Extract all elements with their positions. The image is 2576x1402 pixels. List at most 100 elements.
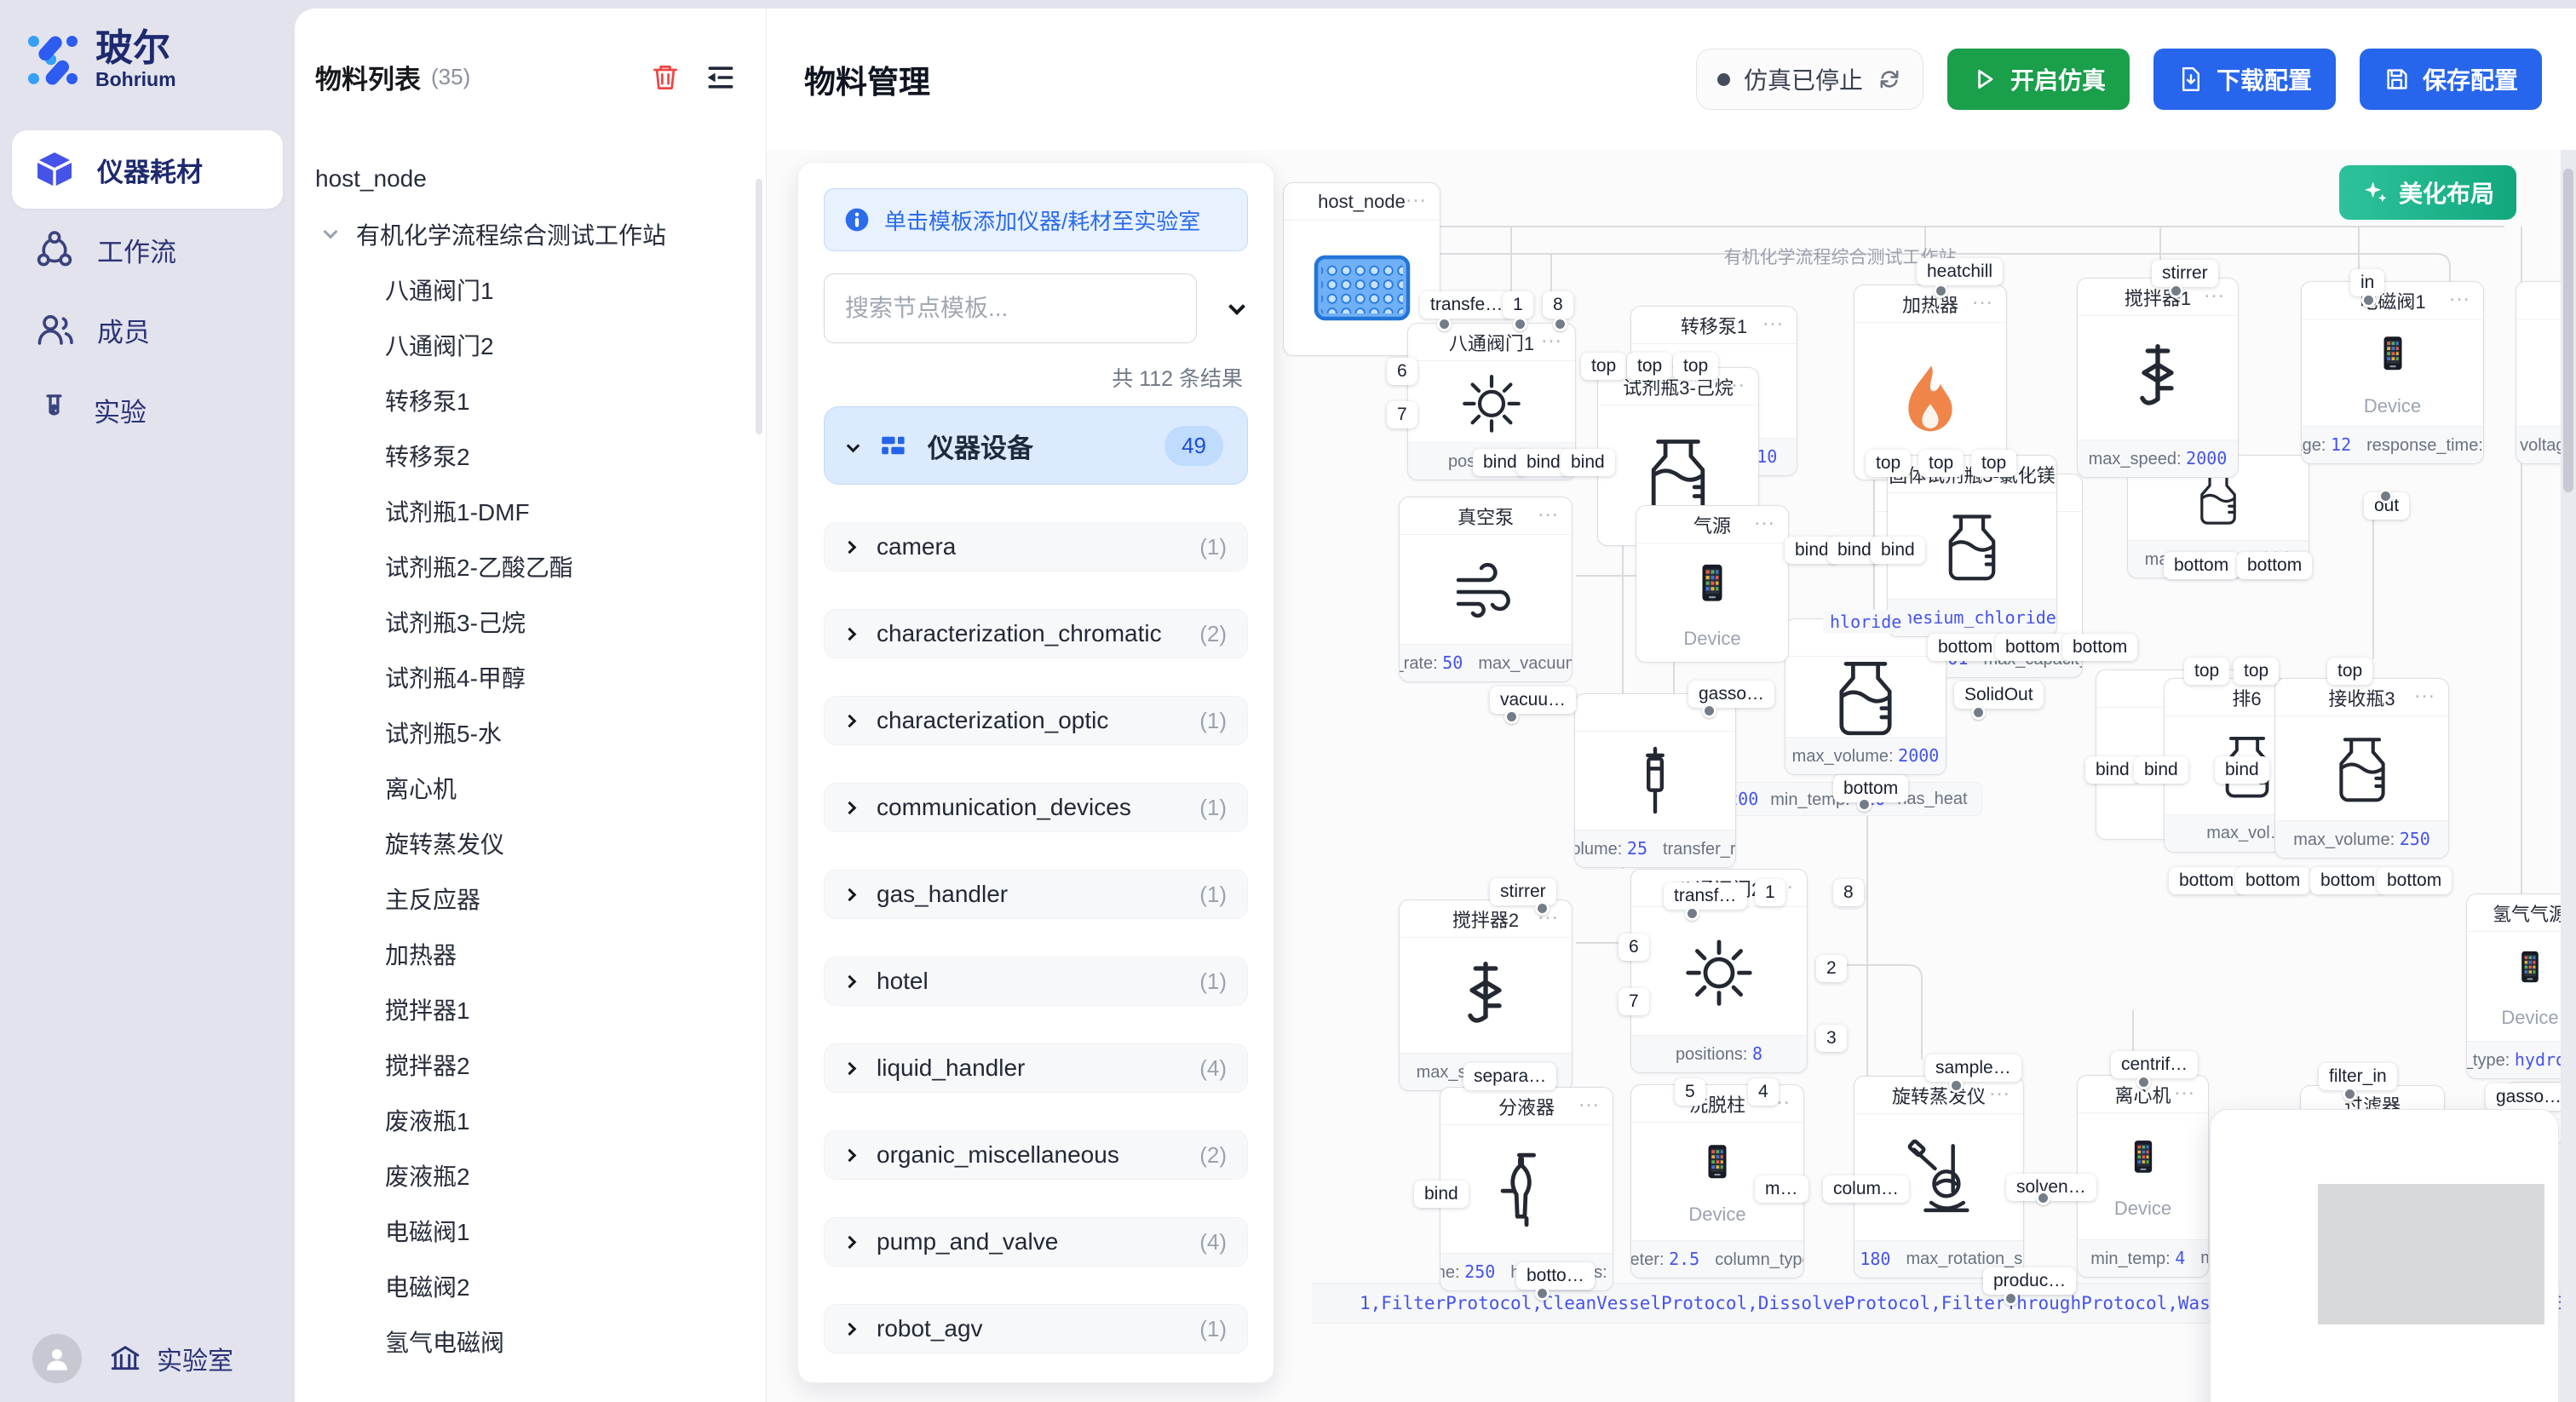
port-chip[interactable]: 6 bbox=[1387, 358, 1417, 385]
port-chip[interactable]: bottom bbox=[2164, 552, 2239, 579]
port-chip[interactable]: top bbox=[1918, 450, 1964, 477]
port-chip[interactable]: bottom bbox=[2377, 867, 2452, 894]
port-handle[interactable] bbox=[2004, 1291, 2018, 1306]
port-handle[interactable] bbox=[1437, 317, 1452, 331]
port-chip[interactable]: top bbox=[1866, 450, 1911, 477]
tree-item[interactable]: 试剂瓶3-己烷 bbox=[295, 594, 766, 649]
search-input[interactable] bbox=[824, 273, 1197, 343]
sidebar-item-members[interactable]: 成员 bbox=[12, 290, 283, 369]
canvas-node-centrifuge[interactable]: 离心机… Device speed: 40 min_temp: 4 max_sp… bbox=[2077, 1075, 2209, 1278]
port-chip[interactable]: m… bbox=[1755, 1175, 1808, 1203]
port-chip[interactable]: sample… bbox=[1925, 1054, 2021, 1082]
port-handle[interactable] bbox=[1857, 797, 1872, 812]
port-chip[interactable]: centrif… bbox=[2111, 1051, 2198, 1078]
port-chip[interactable]: bind bbox=[1871, 537, 1925, 564]
port-chip[interactable]: top bbox=[2327, 658, 2372, 685]
canvas-node-solenoid1[interactable]: 电磁阀1… Device voltage: 12 response_time: … bbox=[2301, 281, 2484, 464]
refresh-icon[interactable] bbox=[1877, 66, 1902, 92]
port-chip[interactable]: bottom bbox=[2169, 867, 2244, 894]
save-config-button[interactable]: 保存配置 bbox=[2360, 49, 2542, 110]
port-chip[interactable]: vacuu… bbox=[1490, 687, 1576, 714]
beautify-layout-button[interactable]: 美化布局 bbox=[2339, 165, 2516, 220]
port-chip[interactable]: separa… bbox=[1463, 1063, 1556, 1090]
port-chip[interactable]: top bbox=[2184, 658, 2229, 685]
template-row-pump-and-valve[interactable]: pump_and_valve(4) bbox=[824, 1217, 1248, 1267]
port-handle[interactable] bbox=[2378, 489, 2393, 503]
canvas-node-vacuum[interactable]: 真空泵… pump_rate: 50 max_vacuum: 0.1 bbox=[1399, 497, 1573, 682]
node-menu-icon[interactable]: … bbox=[2173, 1076, 2198, 1100]
port-chip[interactable]: transf… bbox=[1664, 882, 1747, 910]
template-row-gas-handler[interactable]: gas_handler(1) bbox=[824, 870, 1248, 919]
sidebar-item-experiments[interactable]: 实验 bbox=[12, 371, 283, 449]
port-chip[interactable]: top bbox=[1673, 353, 1718, 380]
canvas-node-gas[interactable]: 气源… Device bbox=[1636, 505, 1789, 663]
tree-item[interactable]: 试剂瓶4-甲醇 bbox=[295, 649, 766, 704]
port-handle[interactable] bbox=[2361, 293, 2376, 307]
sidebar-item-instruments[interactable]: 仪器耗材 bbox=[12, 130, 283, 209]
tree-item[interactable]: 八通阀门1 bbox=[295, 261, 766, 317]
node-menu-icon[interactable]: … bbox=[2021, 456, 2046, 480]
node-menu-icon[interactable]: … bbox=[1753, 506, 1778, 531]
port-chip[interactable]: solven… bbox=[2006, 1174, 2096, 1201]
port-chip[interactable]: gasso… bbox=[2486, 1083, 2561, 1111]
download-config-button[interactable]: 下载配置 bbox=[2153, 49, 2336, 110]
port-chip[interactable]: bind bbox=[1414, 1181, 1469, 1208]
port-chip[interactable]: bottom bbox=[2310, 867, 2385, 894]
port-handle[interactable] bbox=[1702, 704, 1716, 718]
port-handle[interactable] bbox=[1934, 284, 1948, 298]
user-avatar[interactable] bbox=[32, 1334, 82, 1383]
port-chip[interactable]: bottom bbox=[1995, 634, 2070, 661]
collapse-all-icon[interactable] bbox=[1231, 301, 1243, 317]
minimap-panel[interactable] bbox=[2210, 1109, 2559, 1402]
canvas-node-recv3[interactable]: 接收瓶3… max_volume: 250 bbox=[2274, 678, 2449, 859]
port-handle[interactable] bbox=[1535, 1286, 1550, 1301]
tree-item[interactable]: 八通阀门2 bbox=[295, 317, 766, 372]
port-handle[interactable] bbox=[1553, 317, 1567, 331]
port-handle[interactable] bbox=[1513, 317, 1527, 331]
sidebar-item-workflow[interactable]: 工作流 bbox=[12, 210, 283, 289]
port-chip[interactable]: 1 bbox=[1503, 291, 1533, 319]
port-chip[interactable]: heatchill bbox=[1917, 258, 2003, 285]
canvas-node-stirrer1[interactable]: 搅拌器1… max_speed: 2000 bbox=[2077, 278, 2239, 478]
port-chip[interactable]: 3 bbox=[1816, 1025, 1847, 1052]
template-row-camera[interactable]: camera(1) bbox=[824, 522, 1248, 572]
port-chip[interactable]: produc… bbox=[1983, 1267, 2076, 1295]
canvas-node-rightcut[interactable]: voltage: 12 bbox=[2516, 281, 2561, 464]
port-chip[interactable]: bottom bbox=[1833, 775, 1908, 802]
port-chip[interactable]: top bbox=[1627, 353, 1672, 380]
canvas-node-h2source[interactable]: 氢气气源 Device _type: hydrogen bbox=[2466, 893, 2561, 1079]
node-menu-icon[interactable]: … bbox=[1762, 307, 1786, 331]
tree-item[interactable]: 搅拌器1 bbox=[295, 981, 766, 1037]
simulation-status-pill[interactable]: 仿真已停止 bbox=[1696, 49, 1923, 110]
node-menu-icon[interactable]: … bbox=[1578, 1088, 1602, 1112]
port-chip[interactable]: 6 bbox=[1619, 934, 1649, 961]
port-handle[interactable] bbox=[2343, 1087, 2357, 1101]
port-chip[interactable]: top bbox=[1971, 450, 2016, 477]
port-chip[interactable]: top bbox=[2234, 658, 2279, 685]
port-handle[interactable] bbox=[2169, 284, 2183, 298]
collapse-panel-icon[interactable] bbox=[704, 61, 737, 94]
port-chip[interactable]: bind bbox=[2215, 756, 2269, 784]
port-handle[interactable] bbox=[1971, 705, 1986, 720]
node-menu-icon[interactable]: … bbox=[1723, 368, 1748, 393]
tree-group[interactable]: 有机化学流程综合测试工作站 bbox=[295, 206, 766, 261]
node-menu-icon[interactable]: … bbox=[2448, 282, 2473, 307]
template-row-characterization-chromatic[interactable]: characterization_chromatic(2) bbox=[824, 609, 1248, 658]
port-chip[interactable]: stirrer bbox=[2152, 260, 2218, 287]
tree-item[interactable]: 试剂瓶2-乙酸乙酯 bbox=[295, 538, 766, 594]
port-handle[interactable] bbox=[2036, 1191, 2050, 1205]
sidebar-item-laboratory[interactable]: 实验室 bbox=[107, 1340, 233, 1377]
port-chip[interactable]: bottom bbox=[2237, 552, 2312, 579]
tree-item[interactable]: 废液瓶2 bbox=[295, 1147, 766, 1203]
port-chip[interactable]: filter_in bbox=[2319, 1063, 2397, 1090]
tree-item[interactable]: 氢气电磁阀 bbox=[295, 1313, 766, 1369]
port-chip[interactable]: 8 bbox=[1543, 291, 1573, 319]
tree-item[interactable]: 加热器 bbox=[295, 926, 766, 981]
port-chip[interactable]: 5 bbox=[1675, 1078, 1705, 1106]
port-chip[interactable]: stirrer bbox=[1490, 878, 1556, 905]
port-chip[interactable]: bottom bbox=[2062, 634, 2137, 661]
port-chip[interactable]: bind bbox=[2134, 756, 2188, 784]
tree-item[interactable]: 真空泵 bbox=[295, 1369, 766, 1377]
tree-item[interactable]: 废液瓶1 bbox=[295, 1092, 766, 1147]
tree-item[interactable]: 试剂瓶1-DMF bbox=[295, 483, 766, 538]
